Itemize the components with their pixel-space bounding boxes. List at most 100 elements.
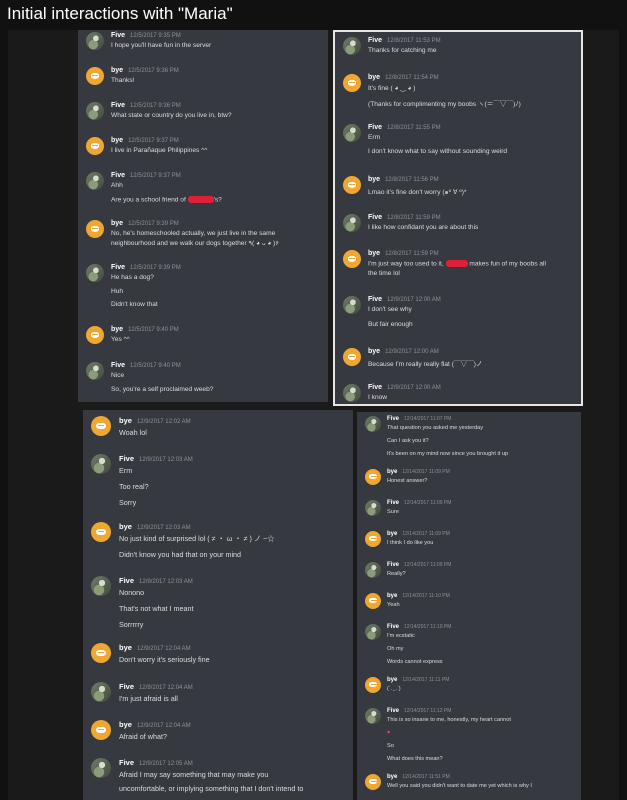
- username[interactable]: bye: [111, 220, 123, 227]
- username[interactable]: bye: [387, 531, 397, 537]
- message-text-part: Are you a school friend of: [111, 196, 188, 204]
- username[interactable]: Five: [387, 416, 399, 422]
- username[interactable]: bye: [387, 593, 397, 599]
- message-text: Thanks for catching me: [368, 47, 437, 54]
- timestamp: 12/14/2017 11:51 PM: [402, 774, 450, 780]
- timestamp: 12/14/2017 11:11 PM: [402, 677, 450, 683]
- username[interactable]: Five: [119, 454, 134, 463]
- message-text: That's not what I meant: [119, 604, 194, 613]
- anime-avatar-icon[interactable]: [86, 362, 104, 380]
- anime-avatar-icon[interactable]: [86, 172, 104, 190]
- anime-avatar-icon[interactable]: [365, 708, 381, 724]
- discord-logo-icon[interactable]: [86, 67, 104, 85]
- username[interactable]: bye: [111, 137, 123, 144]
- discord-logo-icon[interactable]: [365, 531, 381, 547]
- anime-avatar-icon[interactable]: [91, 682, 111, 702]
- username[interactable]: bye: [119, 643, 132, 652]
- discord-logo-icon[interactable]: [86, 220, 104, 238]
- timestamp: 12/5/2017 9:37 PM: [130, 173, 181, 179]
- anime-avatar-icon[interactable]: [365, 562, 381, 578]
- username[interactable]: bye: [111, 67, 123, 74]
- message-text: Huh: [111, 288, 124, 295]
- username[interactable]: bye: [368, 176, 380, 183]
- timestamp: 12/14/2017 11:10 PM: [402, 593, 450, 599]
- anime-avatar-icon[interactable]: [343, 214, 361, 232]
- discord-logo-icon[interactable]: [343, 176, 361, 194]
- username[interactable]: Five: [368, 214, 382, 221]
- username[interactable]: Five: [387, 624, 399, 630]
- message-text: I like how confidant you are about this: [368, 224, 479, 231]
- message-text: the time lol: [368, 270, 400, 277]
- message-text: But fair enough: [368, 321, 413, 328]
- discord-logo-icon[interactable]: [365, 593, 381, 609]
- anime-avatar-icon[interactable]: [91, 758, 111, 778]
- username[interactable]: bye: [387, 677, 397, 683]
- heart-icon: ♥: [387, 730, 391, 736]
- message-text: I don't see why: [368, 306, 412, 313]
- username[interactable]: bye: [119, 522, 132, 531]
- username[interactable]: Five: [368, 384, 382, 391]
- username[interactable]: bye: [368, 74, 380, 81]
- username[interactable]: Five: [111, 32, 125, 39]
- anime-avatar-icon[interactable]: [343, 384, 361, 402]
- timestamp: 12/5/2017 9:37 PM: [128, 138, 179, 144]
- message-text: It's fine ( ◕ ‿ ◕ ): [368, 85, 416, 92]
- username[interactable]: Five: [111, 172, 125, 179]
- discord-logo-icon[interactable]: [91, 720, 111, 740]
- discord-logo-icon[interactable]: [91, 416, 111, 436]
- discord-logo-icon[interactable]: [365, 677, 381, 693]
- message-text: I'm just way too used to it, makes fun o…: [368, 260, 546, 267]
- username[interactable]: Five: [368, 37, 382, 44]
- anime-avatar-icon[interactable]: [343, 37, 361, 55]
- discord-logo-icon[interactable]: [343, 348, 361, 366]
- anime-avatar-icon[interactable]: [343, 296, 361, 314]
- timestamp: 12/9/2017 12:02 AM: [136, 419, 191, 425]
- username[interactable]: bye: [368, 250, 380, 257]
- username[interactable]: Five: [111, 102, 125, 109]
- chat-screenshot-1: Five 12/5/2017 9:35 PM I hope you'll have…: [78, 30, 328, 402]
- username[interactable]: bye: [368, 348, 380, 355]
- anime-avatar-icon[interactable]: [86, 102, 104, 120]
- anime-avatar-icon[interactable]: [86, 264, 104, 282]
- username[interactable]: bye: [387, 469, 397, 475]
- discord-logo-icon[interactable]: [86, 326, 104, 344]
- username[interactable]: Five: [368, 124, 382, 131]
- username[interactable]: Five: [387, 708, 399, 714]
- discord-logo-icon[interactable]: [365, 469, 381, 485]
- anime-avatar-icon[interactable]: [86, 32, 104, 50]
- username[interactable]: Five: [119, 576, 134, 585]
- anime-avatar-icon[interactable]: [365, 500, 381, 516]
- username[interactable]: Five: [111, 362, 125, 369]
- discord-logo-icon[interactable]: [343, 250, 361, 268]
- username[interactable]: Five: [387, 562, 399, 568]
- username[interactable]: Five: [111, 264, 125, 271]
- discord-logo-icon[interactable]: [86, 137, 104, 155]
- username[interactable]: bye: [119, 720, 132, 729]
- anime-avatar-icon[interactable]: [365, 416, 381, 432]
- message-text: Sorrrrry: [119, 620, 144, 629]
- timestamp: 12/8/2017 11:56 PM: [385, 177, 439, 183]
- message-text: I think I do like you: [387, 540, 434, 546]
- username[interactable]: bye: [387, 774, 397, 780]
- message-text: No just kind of surprised lol ( ≠ ・ ω ・ …: [119, 534, 275, 543]
- message-text: Sorry: [119, 498, 137, 507]
- discord-logo-icon[interactable]: [91, 643, 111, 663]
- username[interactable]: Five: [119, 758, 134, 767]
- username[interactable]: bye: [111, 326, 123, 333]
- discord-logo-icon[interactable]: [365, 774, 381, 790]
- username[interactable]: Five: [119, 682, 134, 691]
- anime-avatar-icon[interactable]: [365, 624, 381, 640]
- message-text: Too real?: [119, 482, 149, 491]
- message-text: Didn't know you had that on your mind: [119, 550, 242, 559]
- username[interactable]: bye: [119, 416, 132, 425]
- discord-logo-icon[interactable]: [91, 522, 111, 542]
- timestamp: 12/9/2017 12:04 AM: [136, 723, 191, 729]
- anime-avatar-icon[interactable]: [91, 454, 111, 474]
- username[interactable]: Five: [387, 500, 399, 506]
- anime-avatar-icon[interactable]: [91, 576, 111, 596]
- discord-logo-icon[interactable]: [343, 74, 361, 92]
- username[interactable]: Five: [368, 296, 382, 303]
- timestamp: 12/14/2017 11:09 PM: [404, 500, 452, 506]
- anime-avatar-icon[interactable]: [343, 124, 361, 142]
- message-text: What state or country do you live in, bt…: [111, 112, 232, 119]
